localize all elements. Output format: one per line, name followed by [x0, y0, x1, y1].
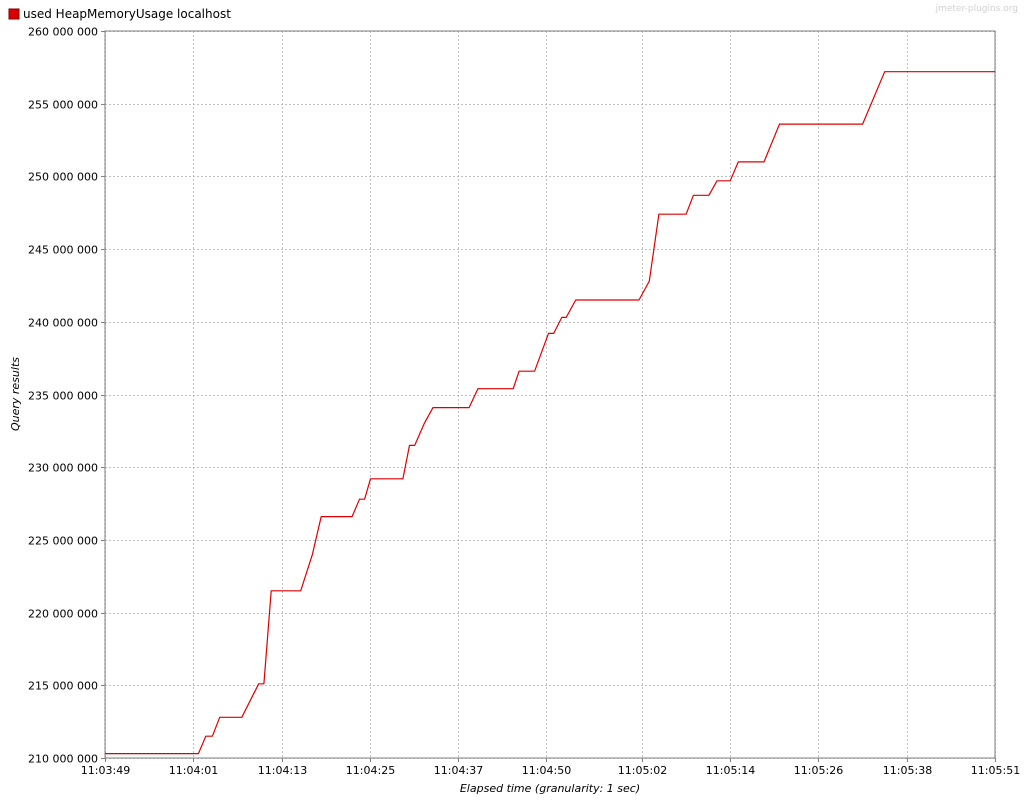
x-axis-ticks: 11:03:49 11:04:01 11:04:13 11:04:25 11:04:37… — [81, 758, 1020, 777]
grid — [105, 31, 996, 759]
y-tick-label: 225 000 000 — [28, 535, 98, 548]
series-line-heap-memory — [105, 71, 995, 755]
x-tick-label: 11:05:26 — [794, 764, 843, 777]
x-tick-label: 11:05:14 — [706, 764, 755, 777]
y-tick-label: 235 000 000 — [28, 390, 98, 403]
y-tick-label: 215 000 000 — [28, 680, 98, 693]
chart: jmeter-plugins.org used HeapMemoryUsage … — [8, 4, 1020, 795]
x-tick-label: 11:04:01 — [169, 764, 218, 777]
y-tick-label: 240 000 000 — [28, 317, 98, 330]
watermark-text: jmeter-plugins.org — [935, 4, 1018, 14]
plot-area — [104, 30, 996, 759]
y-tick-label: 245 000 000 — [28, 244, 98, 257]
legend: used HeapMemoryUsage localhost — [8, 7, 231, 21]
y-tick-label: 250 000 000 — [28, 171, 98, 184]
legend-label: used HeapMemoryUsage localhost — [23, 7, 231, 21]
y-tick-label: 255 000 000 — [28, 99, 98, 112]
x-tick-label: 11:04:37 — [434, 764, 483, 777]
y-tick-label: 230 000 000 — [28, 462, 98, 475]
x-tick-label: 11:05:02 — [618, 764, 667, 777]
x-tick-label: 11:04:50 — [522, 764, 571, 777]
legend-swatch — [8, 8, 20, 20]
x-tick-label: 11:05:51 — [971, 764, 1020, 777]
x-tick-label: 11:04:25 — [346, 764, 395, 777]
y-tick-label: 260 000 000 — [28, 26, 98, 39]
y-tick-label: 220 000 000 — [28, 608, 98, 621]
y-axis-title: Query results — [9, 357, 22, 431]
x-tick-label: 11:05:38 — [883, 764, 932, 777]
y-axis-ticks: 210 000 000215 000 000220 000 000225 000… — [28, 26, 105, 766]
x-axis-title: Elapsed time (granularity: 1 sec) — [460, 782, 640, 795]
x-tick-label: 11:04:13 — [258, 764, 307, 777]
x-tick-label: 11:03:49 — [81, 764, 130, 777]
series-group — [105, 71, 995, 755]
